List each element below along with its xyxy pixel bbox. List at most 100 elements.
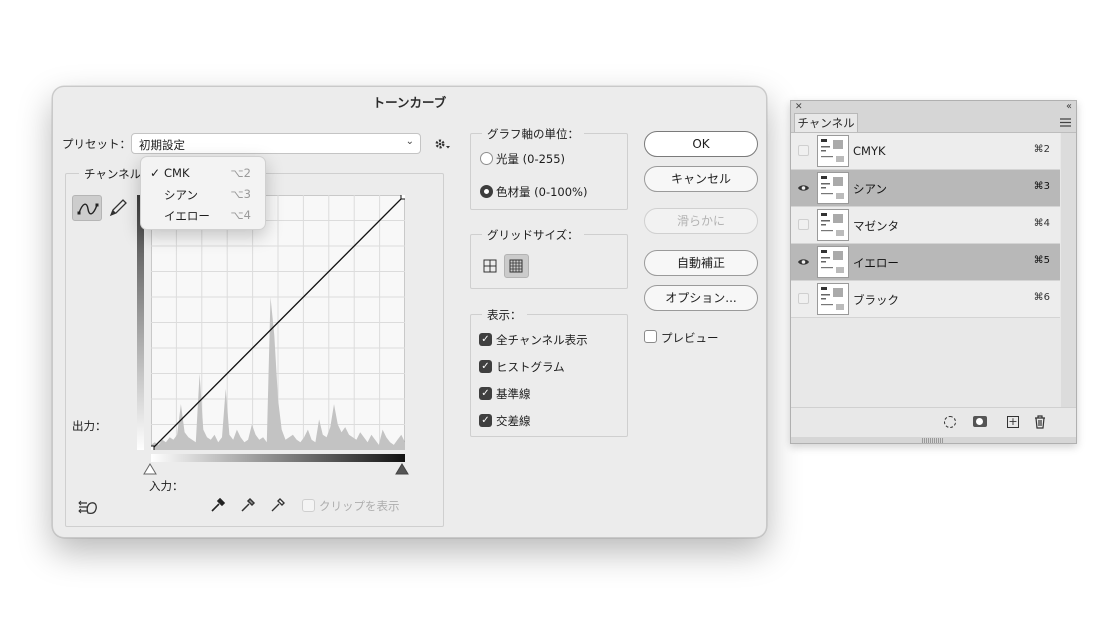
checkmark-icon: ✓: [150, 166, 161, 180]
menu-item-label: シアン: [164, 188, 199, 202]
pencil-icon: [109, 199, 127, 217]
channel-row[interactable]: シアン ⌘3: [791, 170, 1060, 207]
baseline-checkbox[interactable]: ✓: [479, 387, 492, 400]
collapse-icon[interactable]: ‹‹: [1066, 101, 1072, 112]
channel-name: マゼンタ: [853, 219, 899, 233]
clip-checkbox[interactable]: [302, 499, 315, 512]
display-legend: 表示：: [482, 307, 527, 323]
preview-label: プレビュー: [661, 331, 719, 345]
menu-item-label: イエロー: [164, 209, 210, 223]
panel-menu-icon[interactable]: [1060, 116, 1071, 127]
channel-thumbnail: [817, 172, 849, 204]
preset-select[interactable]: 初期設定 ⌄: [131, 133, 421, 154]
panel-footer: +: [791, 407, 1076, 437]
trash-icon[interactable]: [1034, 415, 1046, 429]
output-gradient-bar: [137, 195, 144, 450]
preset-label: プリセット：: [62, 137, 131, 151]
cancel-button[interactable]: キャンセル: [644, 166, 758, 192]
intersection-checkbox[interactable]: ✓: [479, 414, 492, 427]
channel-row[interactable]: CMYK ⌘2: [791, 133, 1060, 170]
input-label: 入力：: [149, 479, 184, 493]
channel-row[interactable]: ブラック ⌘6: [791, 281, 1060, 318]
channel-shortcut: ⌘4: [1033, 218, 1050, 229]
black-eyedropper-icon[interactable]: [209, 496, 227, 514]
load-selection-icon[interactable]: [944, 416, 956, 428]
menu-item-yellow[interactable]: イエロー ⌥4: [141, 205, 265, 225]
scrollbar[interactable]: [1061, 133, 1076, 407]
pigment-radio[interactable]: [480, 185, 493, 198]
save-selection-icon[interactable]: [973, 416, 987, 427]
preset-value: 初期設定: [139, 138, 185, 152]
eye-icon[interactable]: [797, 256, 810, 268]
intersection-label: 交差線: [496, 414, 531, 428]
curve-point-black[interactable]: [151, 445, 155, 450]
gray-eyedropper-icon[interactable]: [239, 496, 257, 514]
all-channels-label: 全チャンネル表示: [496, 333, 588, 347]
channel-popup-menu: ✓ CMK ⌥2 シアン ⌥3 イエロー ⌥4: [140, 156, 266, 230]
channel-name: シアン: [853, 182, 888, 196]
menu-item-cmk[interactable]: ✓ CMK ⌥2: [141, 163, 265, 183]
curve-icon: [77, 203, 99, 215]
black-point-slider[interactable]: [143, 463, 157, 475]
histogram-checkbox[interactable]: ✓: [479, 360, 492, 373]
channel-name: ブラック: [853, 293, 899, 307]
new-channel-icon[interactable]: +: [1007, 416, 1019, 428]
detailed-grid-button[interactable]: [504, 254, 529, 278]
channel-row[interactable]: マゼンタ ⌘4: [791, 207, 1060, 244]
visibility-toggle[interactable]: [798, 145, 809, 156]
close-panel-icon[interactable]: ✕: [795, 102, 803, 112]
channel-shortcut: ⌘5: [1033, 255, 1050, 266]
channel-shortcut: ⌘6: [1033, 292, 1050, 303]
channel-name: CMYK: [853, 144, 886, 158]
input-gradient-bar: [151, 454, 405, 462]
pigment-radio-label: 色材量 (0-100%): [496, 185, 588, 199]
gear-icon[interactable]: [433, 136, 451, 152]
hand-adjust-icon: [78, 500, 97, 515]
white-point-slider[interactable]: [395, 463, 409, 475]
channel-thumbnail: [817, 246, 849, 278]
channel-shortcut: ⌘3: [1033, 181, 1050, 192]
dialog-title: トーンカーブ: [372, 95, 447, 110]
baseline-label: 基準線: [496, 387, 531, 401]
light-radio-label: 光量 (0-255): [496, 152, 566, 166]
curve-point-white[interactable]: [400, 195, 405, 200]
channel-thumbnail: [817, 283, 849, 315]
smooth-button[interactable]: 滑らかに: [644, 208, 758, 234]
channels-list: CMYK ⌘2 シアン ⌘3 マゼンタ ⌘4 イエロー ⌘5 ブラック ⌘6: [791, 132, 1076, 437]
channel-name: イエロー: [853, 256, 899, 270]
ok-button[interactable]: OK: [644, 131, 758, 157]
tab-channels[interactable]: チャンネル: [794, 113, 858, 132]
simple-grid-button[interactable]: [480, 256, 500, 276]
channel-shortcut: ⌘2: [1033, 144, 1050, 155]
visibility-toggle[interactable]: [798, 293, 809, 304]
light-radio[interactable]: [480, 152, 493, 165]
menu-item-shortcut: ⌥4: [230, 208, 251, 222]
white-eyedropper-icon[interactable]: [269, 496, 287, 514]
options-button[interactable]: オプション...: [644, 285, 758, 311]
histogram-label: ヒストグラム: [496, 360, 565, 374]
eye-icon[interactable]: [797, 182, 810, 194]
menu-item-cyan[interactable]: シアン ⌥3: [141, 184, 265, 204]
auto-button[interactable]: 自動補正: [644, 250, 758, 276]
menu-item-shortcut: ⌥3: [230, 187, 251, 201]
channel-row[interactable]: イエロー ⌘5: [791, 244, 1060, 281]
curve-point-tool-button[interactable]: [72, 195, 102, 221]
pencil-tool-button[interactable]: [103, 195, 133, 221]
channel-thumbnail: [817, 209, 849, 241]
simple-grid-icon: [483, 259, 497, 273]
visibility-toggle[interactable]: [798, 219, 809, 230]
all-channels-checkbox[interactable]: ✓: [479, 333, 492, 346]
menu-item-shortcut: ⌥2: [230, 166, 251, 180]
output-label: 出力：: [72, 419, 107, 433]
clip-label: クリップを表示: [319, 499, 400, 513]
grid-size-legend: グリッドサイズ：: [482, 227, 584, 243]
channel-thumbnail: [817, 135, 849, 167]
channels-panel: ✕ ‹‹ チャンネル CMYK ⌘2 シアン ⌘3 マゼンタ ⌘4 イエロー ⌘5 ブラック ⌘6…: [790, 100, 1077, 444]
targeted-adjustment-tool[interactable]: [77, 497, 99, 517]
preview-checkbox[interactable]: [644, 330, 657, 343]
chevron-down-icon: ⌄: [405, 136, 414, 147]
curve-graph[interactable]: [151, 195, 405, 450]
menu-item-label: CMK: [164, 166, 190, 180]
resize-grip[interactable]: [922, 438, 944, 443]
detailed-grid-icon: [509, 259, 523, 273]
